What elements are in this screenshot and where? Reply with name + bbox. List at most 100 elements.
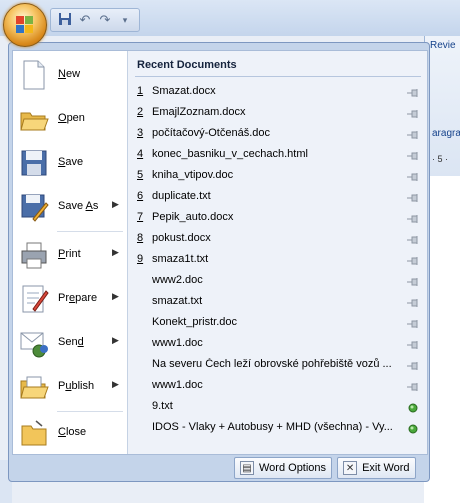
new-label: New [58, 68, 81, 80]
close-command[interactable]: Close [13, 411, 127, 455]
recent-document-item[interactable]: 9.txt [128, 396, 427, 417]
recent-documents-panel: Recent Documents 1 Smazat.docx 2 EmajlZozna… [128, 51, 427, 454]
recent-document-item[interactable]: 1 Smazat.docx [128, 81, 427, 102]
recent-document-name: smaza1t.txt [152, 253, 209, 265]
pin-icon[interactable] [406, 340, 420, 349]
pin-icon[interactable] [406, 382, 420, 391]
save-as-label: Save As [58, 200, 99, 212]
send-submenu-arrow-icon: ▶ [112, 335, 119, 345]
print-submenu-arrow-icon: ▶ [112, 247, 119, 257]
save-command[interactable]: Save [13, 141, 127, 185]
pin-icon[interactable] [406, 88, 420, 97]
pinned-icon[interactable] [406, 424, 420, 434]
word-options-label: Word Options [259, 462, 327, 474]
recent-document-name: pokust.docx [152, 232, 211, 244]
redo-icon[interactable]: ↷ [97, 12, 113, 28]
exit-icon: ✕ [343, 461, 358, 475]
recent-document-item[interactable]: www2.doc [128, 270, 427, 291]
recent-document-item[interactable]: smazat.txt [128, 291, 427, 312]
close-folder-icon [19, 417, 49, 449]
pin-icon[interactable] [406, 298, 420, 307]
send-command[interactable]: Send ▶ [13, 321, 127, 365]
pin-icon[interactable] [406, 130, 420, 139]
recent-document-name: Pepik_auto.docx [152, 211, 234, 223]
recent-document-item[interactable]: www1.doc [128, 375, 427, 396]
customize-qat-icon[interactable]: ▾ [117, 12, 133, 28]
office-button[interactable] [3, 3, 47, 47]
recent-document-name: 9.txt [152, 400, 173, 412]
recent-document-name: EmajlZoznam.docx [152, 106, 246, 118]
recent-document-number: 7 [137, 211, 144, 223]
exit-word-button[interactable]: ✕ Exit Word [337, 457, 416, 479]
recent-document-item[interactable]: 3 počítačový-Otčenáš.doc [128, 123, 427, 144]
recent-document-number: 1 [137, 85, 144, 97]
word-options-button[interactable]: ▤ Word Options [234, 457, 333, 479]
menu-footer: ▤ Word Options ✕ Exit Word [234, 457, 416, 479]
send-label: Send [58, 336, 84, 348]
prepare-label: Prepare [58, 292, 98, 304]
recent-document-name: IDOS - Vlaky + Autobusy + MHD (všechna) … [152, 421, 393, 433]
recent-documents-title: Recent Documents [137, 59, 237, 71]
recent-document-name: duplicate.txt [152, 190, 211, 202]
print-command[interactable]: Print ▶ [13, 233, 127, 277]
recent-document-item[interactable]: 6 duplicate.txt [128, 186, 427, 207]
pin-icon[interactable] [406, 109, 420, 118]
recent-document-item[interactable]: 5 kniha_vtipov.doc [128, 165, 427, 186]
recent-document-number: 8 [137, 232, 144, 244]
ribbon-tab-review[interactable]: Revie [430, 40, 456, 51]
recent-document-name: Konekt_pristr.doc [152, 316, 237, 328]
pin-icon[interactable] [406, 277, 420, 286]
save-icon[interactable] [57, 12, 73, 28]
print-label: Print [58, 248, 81, 260]
undo-icon[interactable]: ↶ [77, 12, 93, 28]
recent-document-number: 3 [137, 127, 144, 139]
pin-icon[interactable] [406, 172, 420, 181]
recent-document-name: Smazat.docx [152, 85, 216, 97]
publish-submenu-arrow-icon: ▶ [112, 379, 119, 389]
recent-document-name: Na severu Čech leží obrovské pohřebiště … [152, 358, 392, 370]
recent-document-item[interactable]: 7 Pepik_auto.docx [128, 207, 427, 228]
pin-icon[interactable] [406, 256, 420, 265]
ruler: · 5 · [432, 154, 449, 164]
new-command[interactable]: New [13, 53, 127, 97]
separator [57, 231, 123, 232]
open-command[interactable]: Open [13, 97, 127, 141]
pin-icon[interactable] [406, 151, 420, 160]
recent-document-item[interactable]: IDOS - Vlaky + Autobusy + MHD (všechna) … [128, 417, 427, 438]
save-as-icon [19, 191, 49, 223]
recent-document-number: 5 [137, 169, 144, 181]
open-label: Open [58, 112, 85, 124]
save-disk-icon [19, 147, 49, 179]
open-folder-icon [19, 103, 49, 135]
recent-document-name: smazat.txt [152, 295, 203, 307]
recent-document-number: 4 [137, 148, 144, 160]
recent-document-item[interactable]: www1.doc [128, 333, 427, 354]
pin-icon[interactable] [406, 319, 420, 328]
recent-document-name: kniha_vtipov.doc [152, 169, 234, 181]
office-menu-body: New Open Save Save As ▶ Print ▶ Prepare … [12, 50, 428, 455]
recent-document-item[interactable]: 8 pokust.docx [128, 228, 427, 249]
pin-icon[interactable] [406, 361, 420, 370]
recent-document-name: konec_basniku_v_cechach.html [152, 148, 308, 160]
pin-icon[interactable] [406, 214, 420, 223]
save-as-command[interactable]: Save As ▶ [13, 185, 127, 229]
publish-command[interactable]: Publish ▶ [13, 365, 127, 409]
recent-document-name: počítačový-Otčenáš.doc [152, 127, 271, 139]
exit-word-label: Exit Word [362, 462, 410, 474]
recent-document-item[interactable]: Na severu Čech leží obrovské pohřebiště … [128, 354, 427, 375]
recent-document-item[interactable]: 4 konec_basniku_v_cechach.html [128, 144, 427, 165]
pinned-icon[interactable] [406, 403, 420, 413]
prepare-icon [19, 283, 49, 315]
recent-document-item[interactable]: Konekt_pristr.doc [128, 312, 427, 333]
prepare-command[interactable]: Prepare ▶ [13, 277, 127, 321]
recent-document-item[interactable]: 9 smaza1t.txt [128, 249, 427, 270]
recent-document-number: 6 [137, 190, 144, 202]
pin-icon[interactable] [406, 235, 420, 244]
pin-icon[interactable] [406, 193, 420, 202]
printer-icon [19, 239, 49, 271]
recent-divider [135, 76, 421, 77]
recent-document-name: www1.doc [152, 379, 203, 391]
recent-document-name: www1.doc [152, 337, 203, 349]
send-icon [19, 327, 49, 359]
recent-document-item[interactable]: 2 EmajlZoznam.docx [128, 102, 427, 123]
